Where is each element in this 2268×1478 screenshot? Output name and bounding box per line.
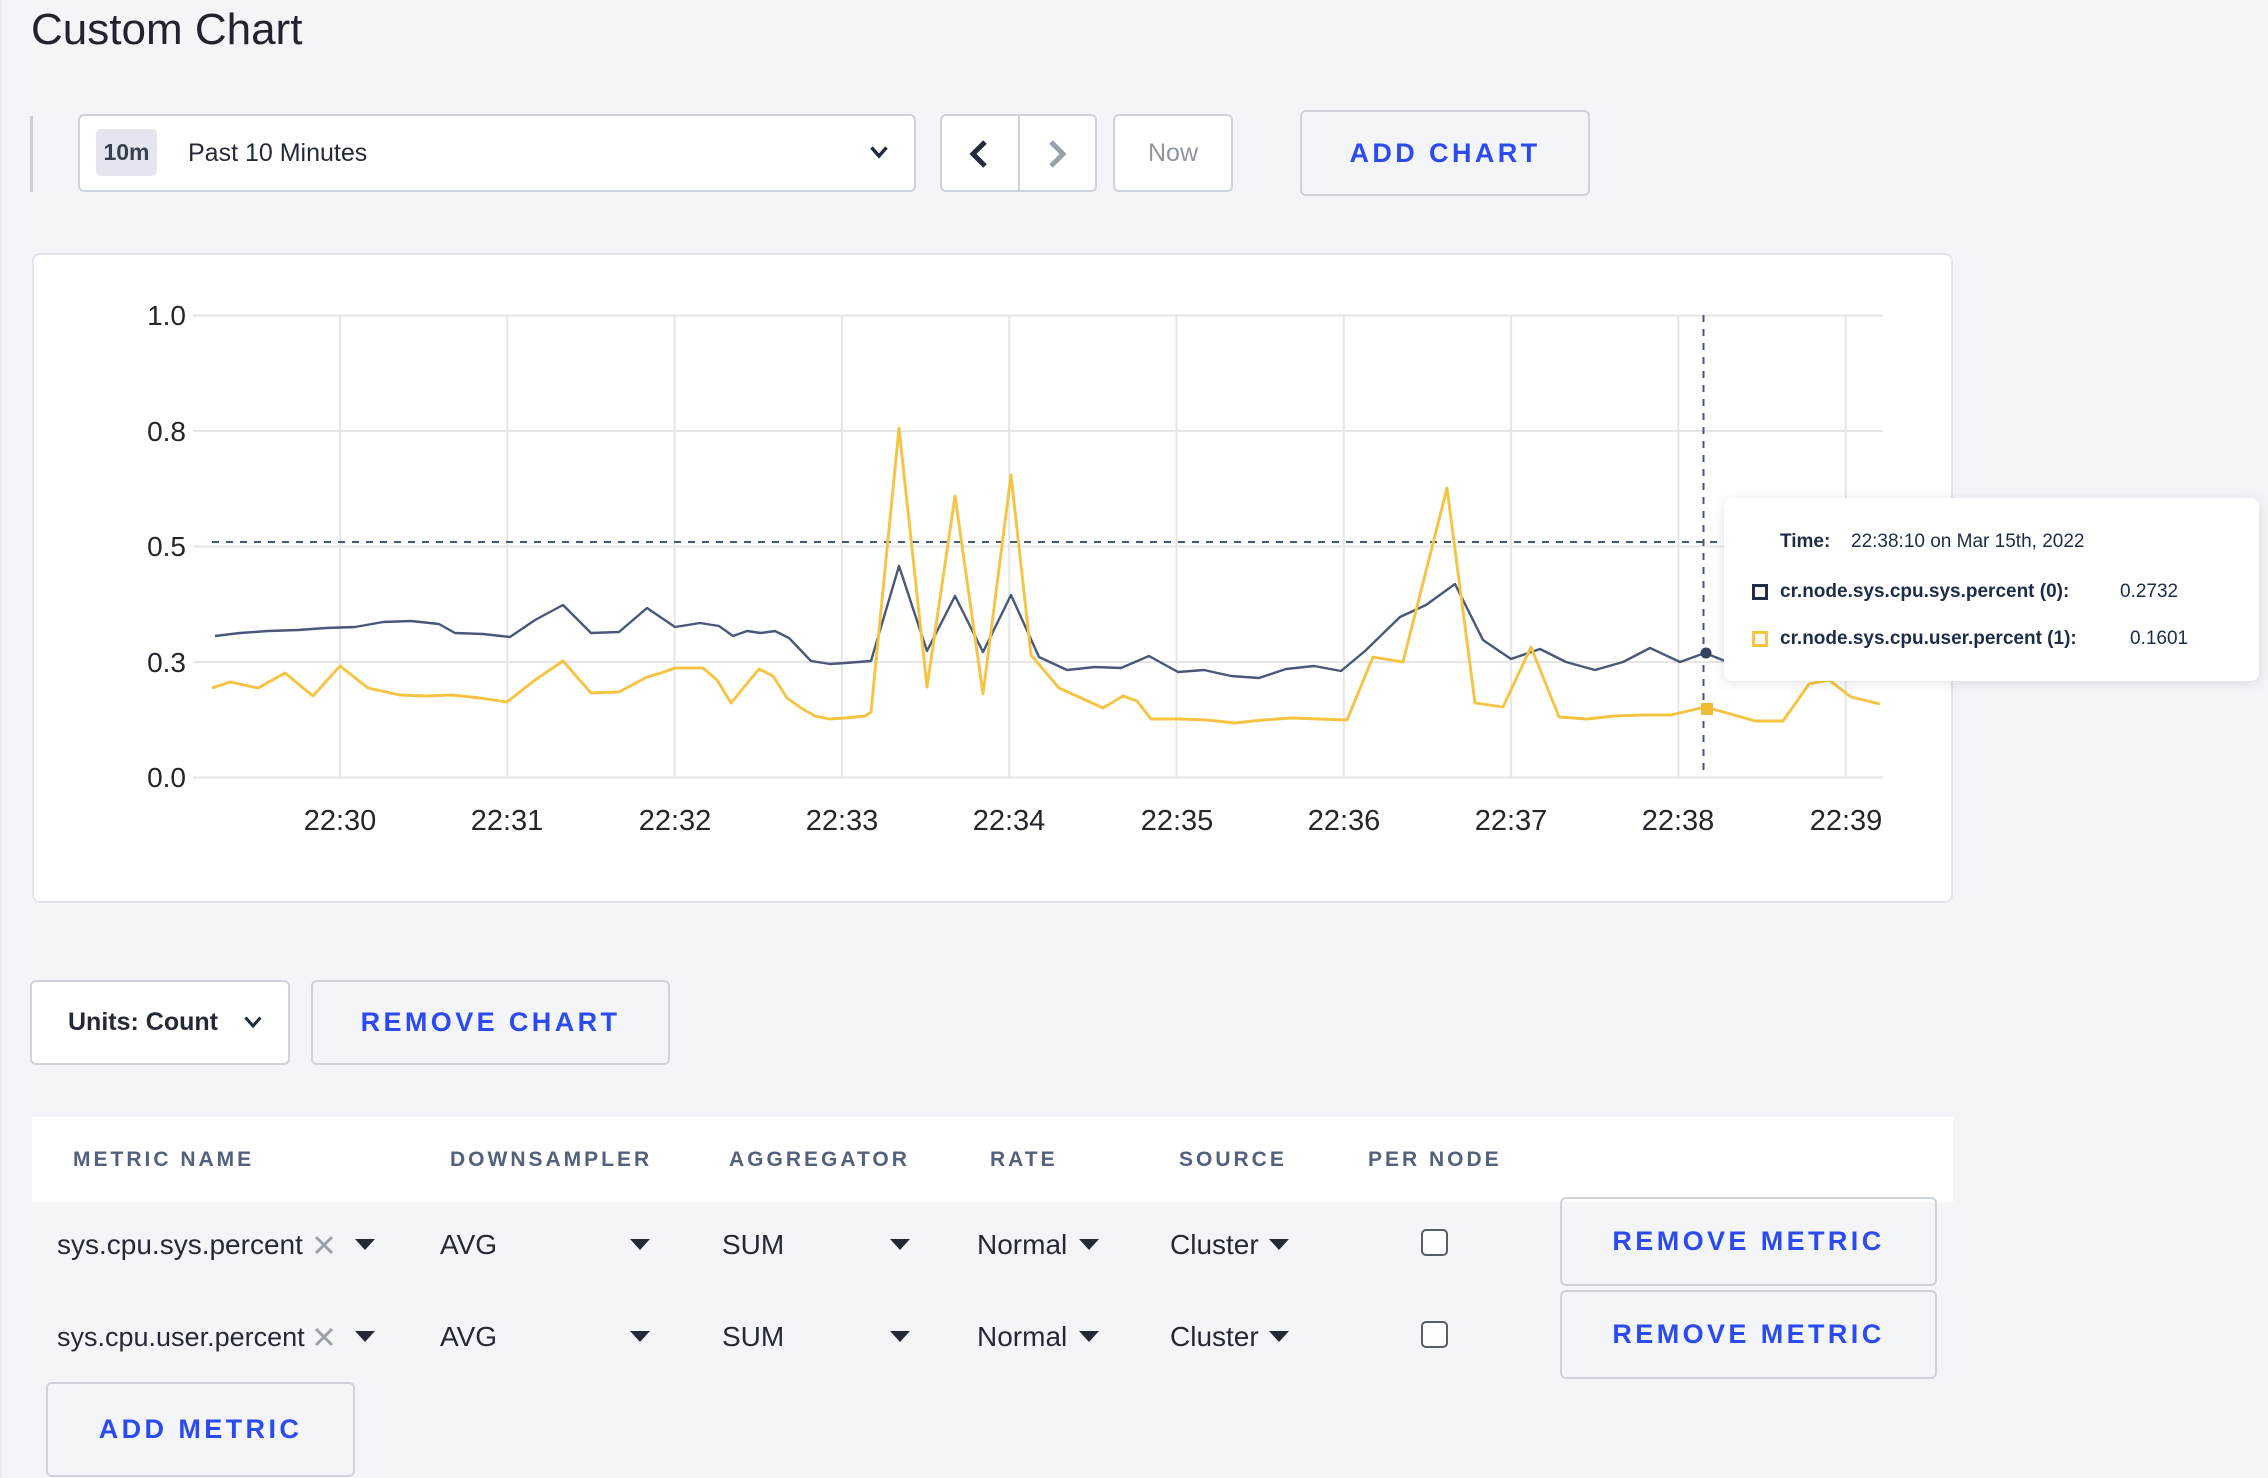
svg-text:0.8: 0.8 bbox=[147, 416, 186, 447]
svg-text:0.0: 0.0 bbox=[147, 762, 186, 793]
svg-text:22:36: 22:36 bbox=[1308, 805, 1381, 837]
svg-text:1.0: 1.0 bbox=[147, 300, 186, 331]
svg-text:22:35: 22:35 bbox=[1141, 805, 1214, 837]
svg-text:0.5: 0.5 bbox=[147, 531, 186, 562]
svg-text:22:30: 22:30 bbox=[304, 805, 377, 837]
svg-text:22:37: 22:37 bbox=[1475, 805, 1548, 837]
svg-text:22:39: 22:39 bbox=[1810, 805, 1883, 837]
svg-text:22:32: 22:32 bbox=[639, 805, 712, 837]
svg-text:22:38: 22:38 bbox=[1642, 805, 1715, 837]
svg-text:0.3: 0.3 bbox=[147, 647, 186, 678]
svg-text:22:34: 22:34 bbox=[973, 805, 1046, 837]
svg-text:22:31: 22:31 bbox=[471, 805, 544, 837]
svg-text:22:33: 22:33 bbox=[806, 805, 879, 837]
